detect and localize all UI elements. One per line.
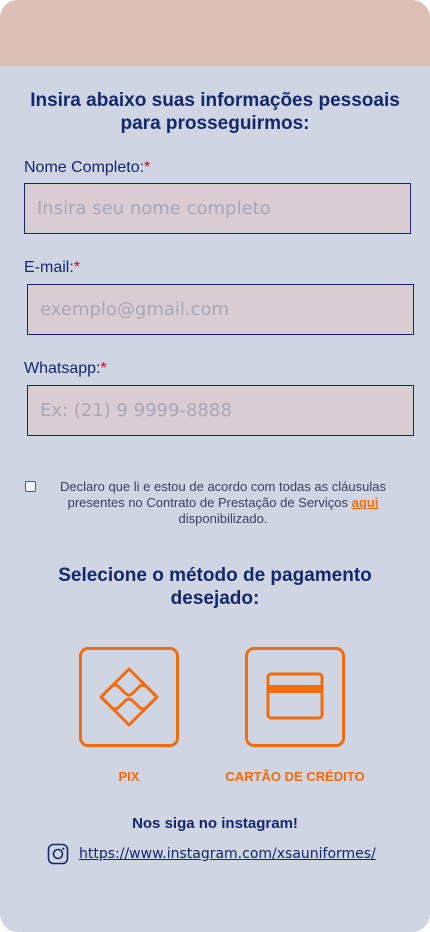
terms-consent: Declaro que li e estou de acordo com tod… bbox=[24, 479, 406, 527]
name-label-text: Nome Completo: bbox=[24, 159, 145, 176]
terms-suffix: disponibilizado. bbox=[178, 511, 268, 526]
credit-card-label: CARTÃO DE CRÉDITO bbox=[225, 769, 365, 784]
page-title: Insira abaixo suas informações pessoais … bbox=[30, 90, 400, 134]
instagram-link[interactable]: https://www.instagram.com/xsauniformes/ bbox=[79, 846, 376, 862]
email-label-text: E-mail: bbox=[24, 259, 74, 276]
name-field[interactable] bbox=[24, 183, 411, 234]
pix-option-button[interactable] bbox=[79, 647, 179, 747]
credit-card-icon bbox=[266, 672, 324, 720]
terms-text: Declaro que li e estou de acordo com tod… bbox=[60, 479, 386, 510]
whatsapp-label-text: Whatsapp: bbox=[24, 360, 101, 377]
email-label: E-mail:* bbox=[24, 259, 80, 277]
required-mark: * bbox=[73, 259, 81, 276]
email-field[interactable] bbox=[27, 284, 414, 335]
instagram-title: Nos siga no instagram! bbox=[132, 815, 298, 832]
pix-label: PIX bbox=[118, 769, 140, 784]
name-label: Nome Completo:* bbox=[24, 159, 150, 177]
whatsapp-label: Whatsapp:* bbox=[24, 360, 107, 378]
contract-link[interactable]: aqui bbox=[352, 495, 379, 510]
instagram-icon bbox=[47, 843, 69, 865]
terms-checkbox[interactable] bbox=[25, 481, 36, 492]
whatsapp-field[interactable] bbox=[27, 385, 414, 436]
top-band bbox=[0, 0, 430, 66]
terms-text-wrapper: Declaro que li e estou de acordo com tod… bbox=[24, 479, 406, 527]
credit-card-option-button[interactable] bbox=[245, 647, 345, 747]
required-mark: * bbox=[144, 159, 151, 176]
checkout-card: Insira abaixo suas informações pessoais … bbox=[0, 0, 430, 932]
required-mark: * bbox=[100, 360, 107, 377]
payment-title: Selecione o método de pagamento desejado… bbox=[58, 565, 372, 609]
pix-icon bbox=[99, 667, 159, 727]
